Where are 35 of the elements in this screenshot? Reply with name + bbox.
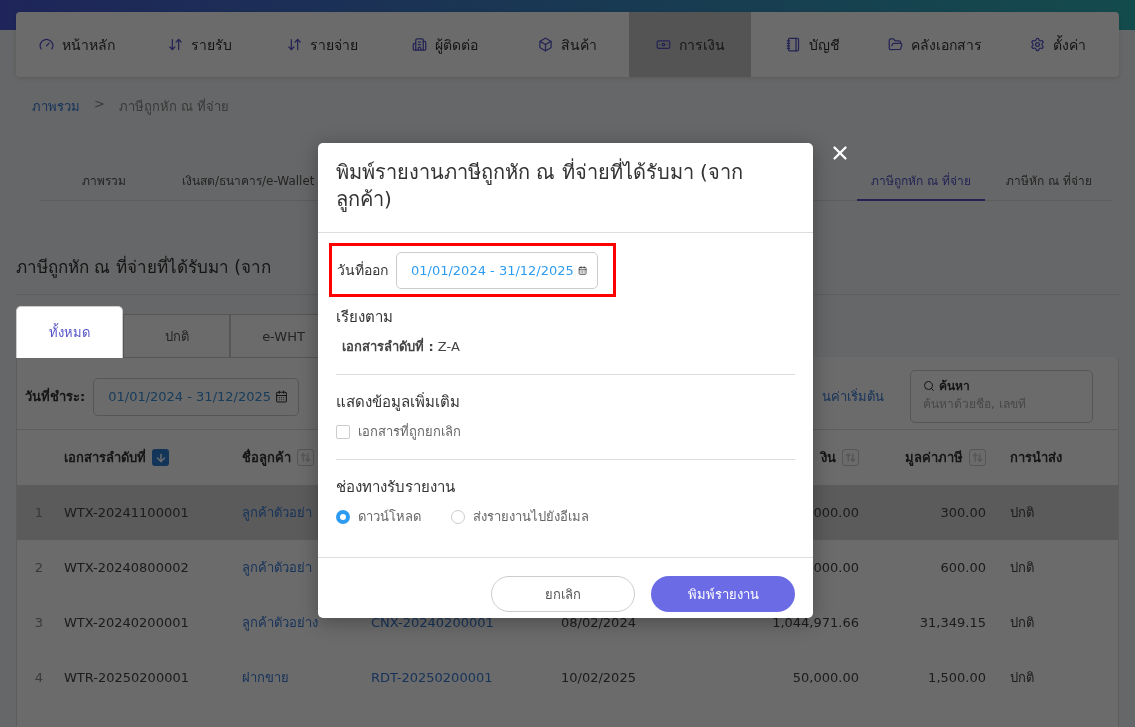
breadcrumb-separator: > [94,96,105,113]
checkbox-label: เอกสารที่ถูกยกเลิก [358,422,461,442]
radio-label: ดาวน์โหลด [358,508,421,526]
column-header: งิน [821,449,836,467]
filter-label: วันที่ชำระ: [25,386,86,406]
table-cell-text: WTR-20250200001 [63,670,190,685]
table-cell-text: 1,500.00 [927,670,986,685]
table-cell-text: ปกติ [1009,559,1035,577]
table-cell-text: 50,000.00 [791,670,859,685]
search-label: ค้นหา [939,378,970,395]
table-cell-text: 000.00 [812,560,859,575]
sort-text: เอกสารลำดับที่ : Z-A [341,337,461,356]
table-cell-text: 10/02/2025 [560,670,637,685]
section-heading: เรียงตาม [336,307,394,327]
column-header: เอกสารลำดับที่ [64,447,146,467]
date-label: วันที่ออก [337,260,388,280]
table-cell-text: WTX-20240800002 [63,560,190,575]
section-heading: แสดงข้อมูลเพิ่มเติม [336,392,461,412]
table-cell-text: WTX-20241100001 [63,505,190,520]
table-cell-text: 600.00 [939,560,986,575]
table-cell-text: 08/02/2024 [560,615,637,630]
table-cell-text: ปกติ [1009,504,1035,522]
radio-label: ส่งรายงานไปยังอีเมล [473,508,589,526]
table-cell-text: 31,349.15 [918,615,986,630]
table-cell-text: 1,044,971.66 [771,615,859,630]
table-cell-text: WTX-20240200001 [63,615,190,630]
column-header: ชื่อลูกค้า [242,447,291,468]
table-cell-text: 000.00 [812,505,859,520]
column-header: การนำส่ง [1010,449,1062,467]
modal-title: พิมพ์รายงานภาษีถูกหัก ณ ที่จ่ายที่ได้รับมา (จากลูกค้า) [318,143,813,233]
table-cell-text: 300.00 [939,505,986,520]
table-cell-text: ปกติ [1009,669,1035,687]
section-heading: ช่องทางรับรายงาน [336,477,456,497]
column-header: มูลค่าภาษี [905,449,963,468]
table-cell-text: ปกติ [1009,614,1035,632]
